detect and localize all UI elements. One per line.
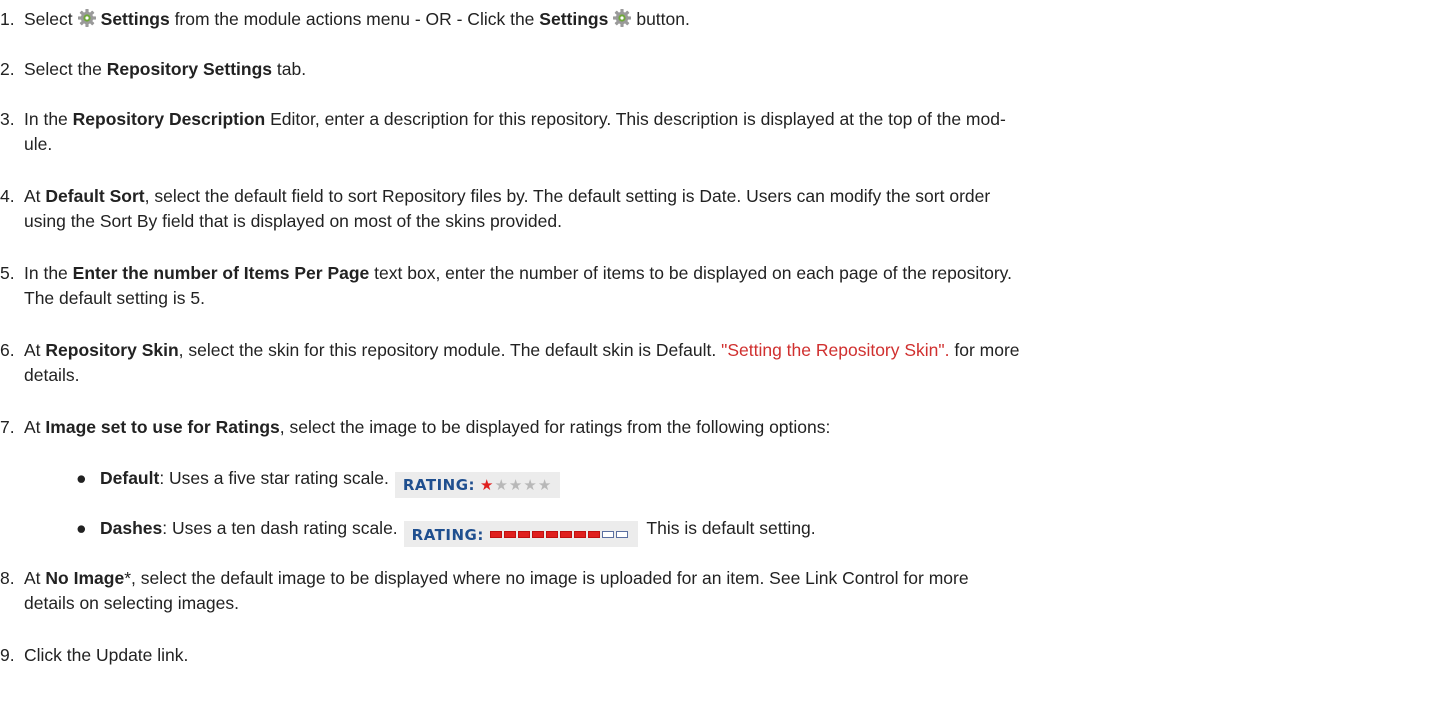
- step-number: 4.: [0, 186, 15, 206]
- star-icon-empty: ★★★★: [494, 476, 553, 494]
- step-number: 9.: [0, 645, 15, 665]
- step-text: Click the Update link.: [24, 645, 189, 665]
- step-number: 2.: [0, 59, 15, 79]
- dash-icon-filled: [573, 531, 586, 538]
- dash-icon-filled: [587, 531, 600, 538]
- setting-repository-skin-link[interactable]: "Setting the Repository Skin".: [721, 340, 949, 360]
- dash-rating-icons: [489, 521, 630, 547]
- step-text: In the Repository Description Editor, en…: [24, 109, 1006, 154]
- step-text: At Image set to use for Ratings, select …: [24, 417, 831, 437]
- dash-rating-sample: RATING:: [403, 521, 638, 547]
- step-text: At No Image*, select the default image t…: [24, 568, 969, 613]
- star-rating-icons: ★★★★★: [480, 476, 552, 494]
- step-number: 8.: [0, 568, 15, 588]
- bullet-dot: ●: [76, 468, 87, 488]
- step-text: At Default Sort, select the default fiel…: [24, 186, 991, 231]
- dash-icon-empty: [615, 531, 628, 538]
- dash-icon-filled: [545, 531, 558, 538]
- step-number: 3.: [0, 109, 15, 129]
- star-icon-filled: ★: [480, 476, 495, 494]
- step-text: At Repository Skin, select the skin for …: [24, 340, 1020, 385]
- gear-icon: [612, 8, 632, 35]
- dash-icon-filled: [517, 531, 530, 538]
- dash-icon-filled: [489, 531, 502, 538]
- dash-icon-filled: [559, 531, 572, 538]
- bullet-text: Default: Uses a five star rating scale. R…: [100, 466, 564, 498]
- dash-icon-filled: [531, 531, 544, 538]
- dash-icon-filled: [503, 531, 516, 538]
- step-text: In the Enter the number of Items Per Pag…: [24, 263, 1012, 308]
- bullet-dot: ●: [76, 518, 87, 538]
- step-number: 1.: [0, 9, 15, 29]
- step-number: 5.: [0, 263, 15, 283]
- step-number: 7.: [0, 417, 15, 437]
- step-text: Select Settings from the module actions m…: [24, 7, 1416, 35]
- help-document: 1. Select Settings from the module action…: [0, 0, 1437, 724]
- step-text: Select the Repository Settings tab.: [24, 59, 307, 79]
- gear-icon: [77, 8, 97, 35]
- step-number: 6.: [0, 340, 15, 360]
- star-rating-sample: RATING: ★★★★★: [394, 472, 561, 498]
- dash-icon-empty: [601, 531, 614, 538]
- bullet-text: Dashes: Uses a ten dash rating scale. RAT…: [100, 516, 816, 547]
